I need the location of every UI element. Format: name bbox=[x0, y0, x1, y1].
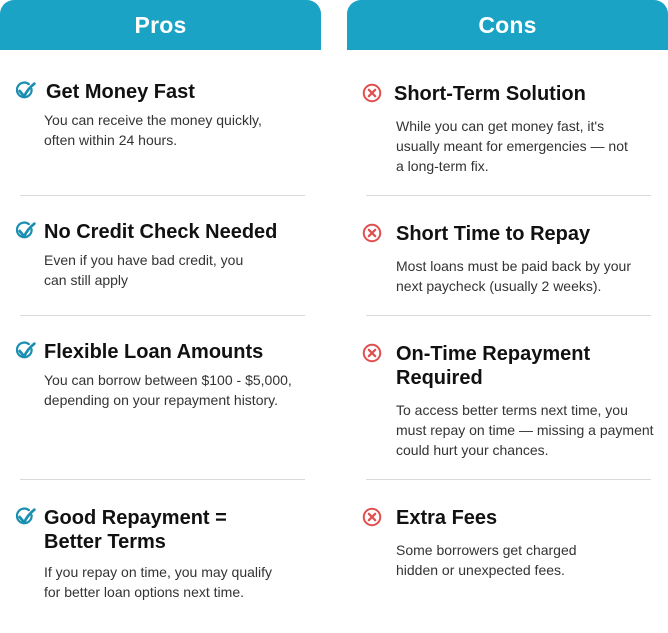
con-item: Short-Term Solution While you can get mo… bbox=[361, 82, 661, 176]
divider bbox=[20, 195, 305, 196]
con-title: On-Time Repayment Required bbox=[396, 343, 591, 389]
pro-desc: You can receive the money quickly, often… bbox=[44, 112, 262, 148]
pro-title: Flexible Loan Amounts bbox=[44, 341, 264, 363]
con-title: Extra Fees bbox=[396, 507, 498, 529]
pro-item: Good Repayment = Better Terms If you rep… bbox=[16, 506, 316, 602]
x-circle-icon bbox=[362, 83, 382, 103]
x-circle-icon bbox=[362, 507, 382, 527]
pro-title: No Credit Check Needed bbox=[44, 221, 278, 243]
cons-column: Cons bbox=[347, 0, 668, 50]
con-item: Short Time to Repay Most loans must be p… bbox=[361, 222, 661, 296]
check-icon bbox=[16, 507, 36, 525]
pros-header: Pros bbox=[0, 0, 321, 50]
divider bbox=[366, 479, 651, 480]
x-circle-icon bbox=[362, 343, 382, 363]
pro-item: Flexible Loan Amounts You can borrow bet… bbox=[16, 340, 316, 410]
pro-title: Good Repayment = Better Terms bbox=[44, 507, 227, 553]
check-icon bbox=[16, 221, 36, 239]
divider bbox=[20, 479, 305, 480]
pro-item: No Credit Check Needed Even if you have … bbox=[16, 220, 316, 290]
con-title: Short Time to Repay bbox=[396, 223, 591, 245]
check-icon bbox=[16, 341, 36, 359]
con-desc: Most loans must be paid back by your nex… bbox=[396, 258, 632, 294]
divider bbox=[366, 315, 651, 316]
con-item: Extra Fees Some borrowers get charged hi… bbox=[361, 506, 661, 580]
check-icon bbox=[16, 81, 36, 99]
x-circle-icon bbox=[362, 223, 382, 243]
divider bbox=[366, 195, 651, 196]
con-desc: While you can get money fast, it's usual… bbox=[396, 118, 628, 174]
pro-desc: Even if you have bad credit, you can sti… bbox=[44, 252, 244, 288]
con-item: On-Time Repayment Required To access bet… bbox=[361, 342, 661, 460]
con-desc: Some borrowers get charged hidden or une… bbox=[396, 542, 577, 578]
con-title: Short-Term Solution bbox=[394, 83, 586, 105]
pro-desc: If you repay on time, you may qualify fo… bbox=[44, 564, 272, 600]
divider bbox=[20, 315, 305, 316]
pro-item: Get Money Fast You can receive the money… bbox=[16, 80, 316, 150]
cons-header: Cons bbox=[347, 0, 668, 50]
con-desc: To access better terms next time, you mu… bbox=[396, 402, 654, 458]
pro-title: Get Money Fast bbox=[46, 81, 195, 103]
pros-column: Pros bbox=[0, 0, 321, 50]
pros-header-label: Pros bbox=[134, 11, 187, 38]
cons-header-label: Cons bbox=[478, 11, 537, 38]
pro-desc: You can borrow between $100 - $5,000, de… bbox=[44, 372, 292, 408]
